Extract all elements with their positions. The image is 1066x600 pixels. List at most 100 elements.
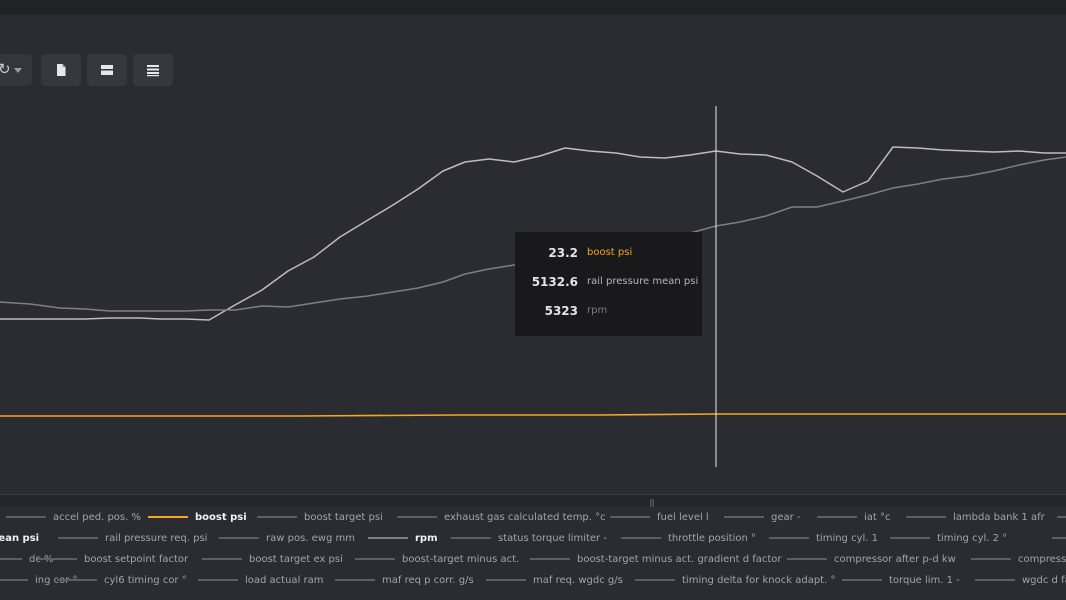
legend-item[interactable]: maf req p corr. g/s [335,570,474,591]
legend-swatch [451,537,491,539]
legend-item[interactable]: boost target ex psi [202,549,343,570]
legend-label: load actual ram [245,575,324,586]
legend-label: throttle position ° [668,533,757,544]
legend-swatch [635,579,675,581]
legend-label: iat °c [864,512,891,523]
chart-tooltip: 23.2 boost psi 5132.6 rail pressure mean… [515,232,702,336]
legend-swatch [355,558,395,560]
legend-row: dc %boost setpoint factorboost target ex… [0,549,1066,570]
legend-label: raw pos. ewg mm [266,533,355,544]
legend-panel: accel ped. pos. % boost psi boost target p… [0,507,1066,600]
legend-swatch [198,579,238,581]
legend-label: rpm [415,533,438,544]
legend-item[interactable]: boost target psi [257,507,383,528]
legend-item[interactable]: wgdc d fa [975,570,1066,591]
legend-item[interactable]: exhaust gas calculated temp. °c [397,507,606,528]
legend-item[interactable]: accel ped. pos. % [6,507,141,528]
legend-label: rail pressure req. psi [105,533,208,544]
panel-resize-handle[interactable]: ||| [0,494,1066,507]
legend-swatch [397,516,437,518]
file-button[interactable] [41,54,81,86]
legend-swatch [257,516,297,518]
tooltip-row-rpm: 5323 rpm [515,304,702,324]
legend-swatch [610,516,650,518]
legend-label: status torque limiter - [498,533,607,544]
top-bar [0,0,1066,15]
legend-swatch [6,516,46,518]
legend-swatch [975,579,1015,581]
legend-label: timing cyl. 1 [816,533,878,544]
legend-label: boost setpoint factor [84,554,189,565]
legend-item[interactable]: boost setpoint factor [37,549,188,570]
legend-swatch [0,579,28,581]
legend-item[interactable]: timing cyl. 2 ° [890,528,1007,549]
legend-item[interactable]: lambda bank 1 afr [906,507,1045,528]
legend-swatch [621,537,661,539]
legend-label: cyl6 timing cor ° [104,575,187,586]
series-line-boost-psi [0,413,1066,417]
legend-item[interactable]: iat °c [817,507,891,528]
tooltip-value: 5132.6 [531,275,578,289]
legend-label: lambda bank 1 afr [953,512,1045,523]
legend-item[interactable]: status torque limiter - [451,528,607,549]
legend-swatch [1057,516,1066,518]
chevron-down-icon [14,68,22,73]
legend-row: mean psi rail pressure req. psi raw pos. e… [0,528,1066,549]
legend-label: compressor after p-d kw [834,554,956,565]
legend-swatch [486,579,526,581]
list-view-button[interactable] [133,54,173,86]
legend-swatch [57,579,97,581]
tooltip-value: 23.2 [548,246,578,260]
legend-item[interactable]: boost psi [148,507,247,528]
legend-label: timing cyl. 2 ° [937,533,1008,544]
tooltip-row-boost: 23.2 boost psi [515,246,702,266]
split-view-icon [101,65,113,75]
legend-item[interactable]: compressor after p-d kw [787,549,956,570]
legend-item[interactable]: timing delta for knock adapt. ° [635,570,835,591]
legend-item[interactable]: timing cyl. 1 [769,528,878,549]
legend-item[interactable]: mean psi [0,528,39,549]
legend-label: fuel level l [657,512,709,523]
refresh-dropdown[interactable]: ↻ [0,54,32,86]
tooltip-series-name: rail pressure mean psi [587,276,699,287]
legend-swatch [335,579,375,581]
refresh-icon: ↻ [0,60,11,78]
legend-label: maf req. wgdc g/s [533,575,623,586]
legend-swatch [219,537,259,539]
legend-item[interactable]: cyl6 timing cor ° [57,570,187,591]
legend-item[interactable]: compresso [971,549,1066,570]
legend-row: ing cor °cyl6 timing cor °load actual ra… [0,570,1066,591]
legend-item[interactable]: gear - [724,507,801,528]
legend-item[interactable]: load actual ram [198,570,324,591]
legend-swatch [0,558,22,560]
legend-item[interactable]: boost-target minus act. gradient d facto… [530,549,782,570]
legend-item[interactable] [1057,507,1066,528]
legend-label: accel ped. pos. % [53,512,141,523]
legend-item[interactable]: raw pos. ewg mm [219,528,355,549]
legend-swatch [368,537,408,539]
legend-item[interactable]: throttle position ° [621,528,756,549]
legend-item[interactable]: fuel level l [610,507,709,528]
grip-icon: ||| [649,498,655,507]
split-view-button[interactable] [87,54,127,86]
legend-item[interactable]: torque lim. 1 - [842,570,960,591]
legend-label: exhaust gas calculated temp. °c [444,512,606,523]
legend-item[interactable]: rail pressure req. psi [58,528,207,549]
legend-item[interactable]: boost-target minus act. [355,549,519,570]
legend-swatch [724,516,764,518]
legend-label: mean psi [0,533,40,544]
legend-swatch [906,516,946,518]
legend-swatch [148,516,188,518]
legend-item[interactable]: rpm [368,528,438,549]
legend-swatch [842,579,882,581]
legend-label: boost psi [195,512,247,523]
legend-swatch [1052,537,1066,539]
legend-swatch [769,537,809,539]
legend-item[interactable] [1052,528,1066,549]
legend-label: boost target ex psi [249,554,343,565]
legend-item[interactable]: maf req. wgdc g/s [486,570,623,591]
legend-label: boost-target minus act. [402,554,520,565]
legend-label: wgdc d fa [1022,575,1066,586]
tooltip-value: 5323 [544,304,578,318]
legend-swatch [202,558,242,560]
